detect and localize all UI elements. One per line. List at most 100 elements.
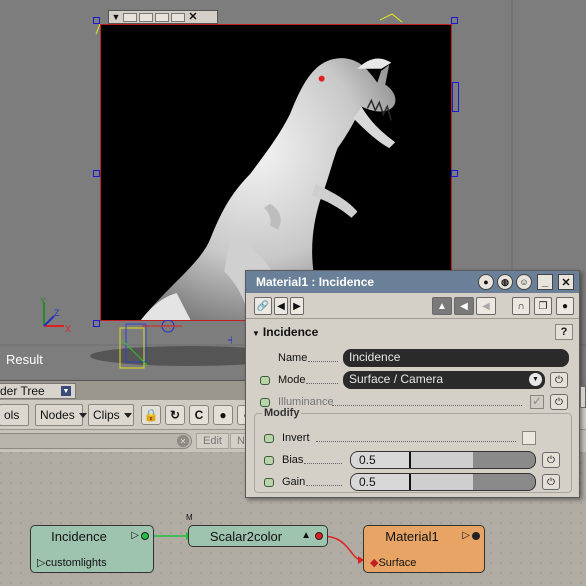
clips-menu-label: Clips <box>93 408 120 422</box>
render-tree-tab[interactable]: der Tree ▼ <box>0 383 76 399</box>
collapse-arrow-icon: ▼ <box>252 329 260 338</box>
gain-slider-fill <box>409 474 473 490</box>
output-port-icon[interactable]: ▷ <box>131 530 139 541</box>
connect-plug-icon[interactable]: ⏻ <box>542 452 560 468</box>
bias-slider-fill <box>409 452 473 468</box>
toolbar-slot-3[interactable] <box>155 12 169 22</box>
close-icon[interactable]: ✕ <box>187 12 199 23</box>
gain-value[interactable]: 0.5 <box>351 474 409 490</box>
next-button-label: N <box>237 435 245 447</box>
nodes-menu[interactable]: Nodes <box>35 404 87 426</box>
tools-menu[interactable]: ols <box>0 404 29 426</box>
animation-marker-icon[interactable] <box>264 478 274 487</box>
magnet-icon[interactable]: ∩ <box>512 297 530 315</box>
load-preset-icon[interactable]: ▲ <box>432 297 452 315</box>
bias-slider-marker[interactable] <box>409 452 411 468</box>
warning-icon: ▲ <box>301 530 311 541</box>
refresh-icon[interactable]: ↻ <box>165 405 185 425</box>
globe-icon[interactable]: ◍ <box>497 274 513 290</box>
clips-menu[interactable]: Clips <box>88 404 134 426</box>
dropdown-arrow-icon[interactable]: ▼ <box>111 12 121 22</box>
animation-marker-icon[interactable] <box>264 434 274 443</box>
output-port-dot[interactable] <box>315 532 323 540</box>
copy-icon[interactable]: ❐ <box>534 297 552 315</box>
animation-marker-icon[interactable] <box>264 456 274 465</box>
mode-row: Mode Surface / Camera ▼ ⏻ <box>246 369 579 391</box>
resize-handle-tr[interactable] <box>451 17 458 24</box>
toolbar-slot-4[interactable] <box>171 12 185 22</box>
mode-label: Mode <box>278 374 306 386</box>
section-title: Incidence <box>262 325 319 339</box>
svg-text:X: X <box>65 324 71 334</box>
key-icon[interactable]: ● <box>478 274 494 290</box>
output-port-dot[interactable] <box>472 532 480 540</box>
animation-marker-icon[interactable] <box>260 376 270 385</box>
gain-label: Gain <box>282 476 306 488</box>
gain-slider-marker[interactable] <box>409 474 411 490</box>
next-button[interactable]: N <box>230 433 246 449</box>
search-input[interactable]: ✕ <box>0 433 192 449</box>
property-editor-title: Material1 : Incidence <box>256 275 375 289</box>
edit-button[interactable]: Edit <box>196 433 229 449</box>
leader-dots <box>304 463 342 464</box>
tools-menu-label: ols <box>4 408 20 422</box>
resize-handle-mr[interactable] <box>451 170 458 177</box>
incidence-node[interactable]: Incidence ▷ ▷customlights <box>30 525 154 573</box>
resize-handle-ml[interactable] <box>93 170 100 177</box>
toolbar-slot-2[interactable] <box>139 12 153 22</box>
animation-marker-icon[interactable] <box>260 398 270 407</box>
resize-handle-bl[interactable] <box>93 320 100 327</box>
help-icon[interactable]: ? <box>555 324 573 340</box>
material1-node-title: Material1 <box>385 529 439 544</box>
clear-search-icon[interactable]: ✕ <box>177 435 189 447</box>
output-port-icon[interactable]: ▷ <box>462 530 470 541</box>
axis-indicator-icon: Y X Z <box>40 296 71 334</box>
invert-row: Invert <box>246 427 579 449</box>
next-icon[interactable]: ▶ <box>290 297 304 315</box>
lock-icon[interactable]: 🔒 <box>141 405 161 425</box>
revert-icon[interactable]: ◀ <box>476 297 496 315</box>
name-field[interactable]: Incidence <box>343 349 569 367</box>
resize-handle-tl[interactable] <box>93 17 100 24</box>
node-marker-label: M <box>186 513 193 522</box>
chevron-down-icon[interactable]: ▼ <box>61 386 71 396</box>
save-preset-icon[interactable]: ◀ <box>454 297 474 315</box>
object-gizmo-icon <box>119 320 232 369</box>
toolbar-slot-1[interactable] <box>123 12 137 22</box>
chevron-down-icon[interactable]: ▼ <box>529 373 542 386</box>
bias-slider[interactable]: 0.5 <box>350 451 536 469</box>
connect-plug-icon[interactable]: ⏻ <box>542 474 560 490</box>
invert-checkbox[interactable] <box>522 431 536 445</box>
previous-icon[interactable]: ◀ <box>274 297 288 315</box>
mode-select-value: Surface / Camera <box>349 372 444 386</box>
section-header[interactable]: ▼ Incidence <box>252 325 318 339</box>
user-icon[interactable]: ☺ <box>516 274 532 290</box>
surface-port: Surface <box>378 557 417 569</box>
render-region-side-handle[interactable] <box>452 82 459 112</box>
connect-plug-icon[interactable]: ⏻ <box>550 372 568 388</box>
mode-select[interactable]: Surface / Camera ▼ <box>343 371 545 389</box>
svg-text:Y: Y <box>40 296 46 306</box>
leader-dots <box>306 485 342 486</box>
material-sphere-icon[interactable]: ● <box>213 405 233 425</box>
connect-plug-icon[interactable]: ⏻ <box>550 394 568 410</box>
illuminance-checkbox[interactable] <box>530 394 544 409</box>
customlights-port: customlights <box>45 557 107 569</box>
incidence-port-label[interactable]: ▷customlights <box>37 556 107 569</box>
leader-dots <box>316 441 516 442</box>
bias-value[interactable]: 0.5 <box>351 452 409 468</box>
nodes-menu-label: Nodes <box>40 408 75 422</box>
property-editor: Material1 : Incidence ● ◍ ☺ _ ✕ 🔗 ◀ ▶ ▲ … <box>245 270 580 498</box>
adjacent-panel-edge <box>580 386 586 408</box>
output-port-dot[interactable] <box>141 532 149 540</box>
property-editor-titlebar[interactable]: Material1 : Incidence ● ◍ ☺ _ ✕ <box>246 271 579 293</box>
gain-slider[interactable]: 0.5 <box>350 473 536 491</box>
close-icon[interactable]: ✕ <box>558 274 574 290</box>
minimize-icon[interactable]: _ <box>537 274 553 290</box>
clear-icon[interactable]: C <box>189 405 209 425</box>
scalar2color-node[interactable]: Scalar2color ▲ <box>188 525 328 547</box>
material-icon[interactable]: ● <box>556 297 574 315</box>
surface-port-label[interactable]: ◆Surface <box>370 556 416 569</box>
lock-icon[interactable]: 🔗 <box>254 297 272 315</box>
material1-node[interactable]: Material1 ▷ ◆Surface <box>363 525 485 573</box>
